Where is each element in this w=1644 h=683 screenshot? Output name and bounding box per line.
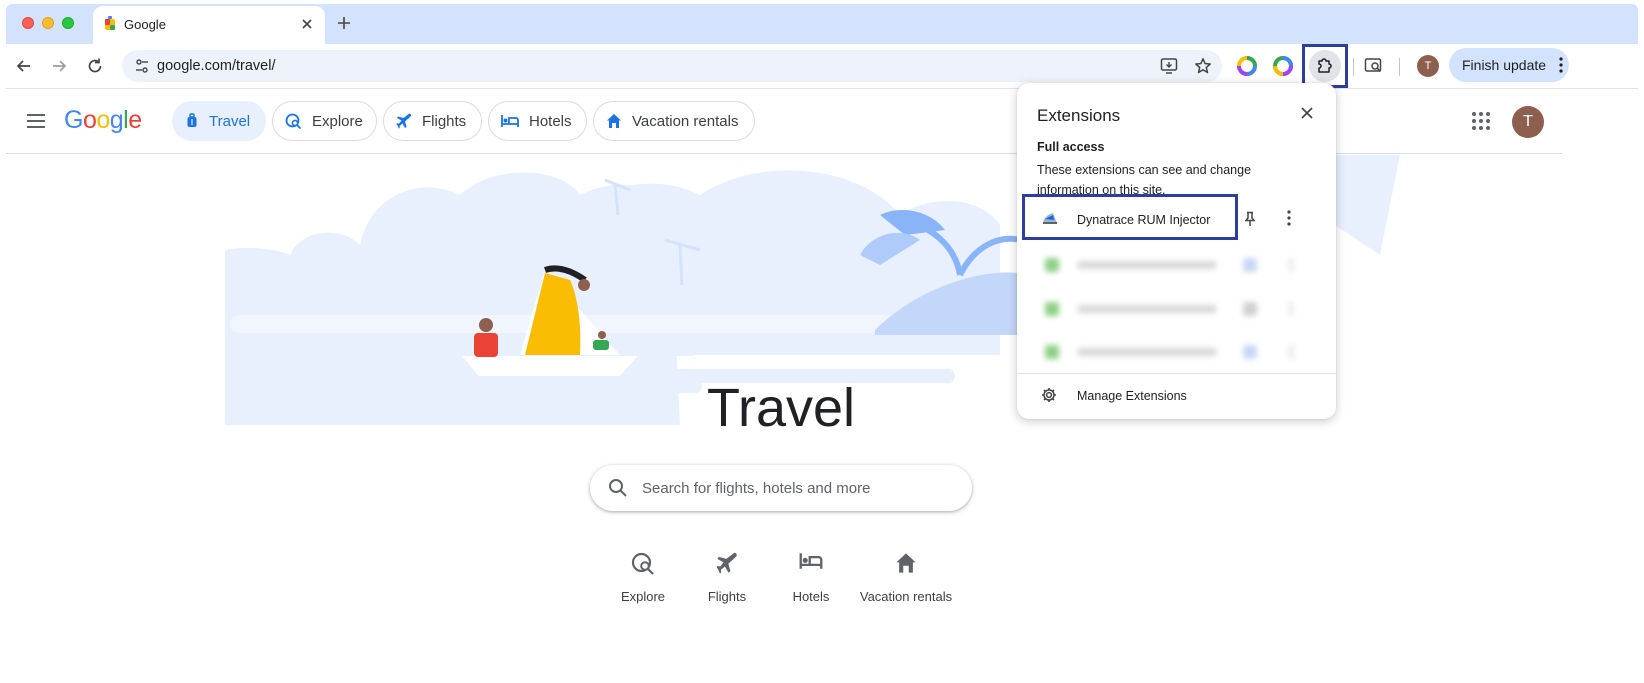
- forward-icon[interactable]: [49, 56, 69, 76]
- quick-link-label: Hotels: [792, 589, 830, 604]
- close-window-button[interactable]: [22, 17, 34, 29]
- quick-link-label: Vacation rentals: [859, 589, 953, 604]
- pin-icon[interactable]: [1243, 211, 1257, 227]
- search-input[interactable]: Search for flights, hotels and more: [590, 465, 972, 511]
- blurred-extension-row: [1045, 299, 1305, 319]
- popup-title: Extensions: [1037, 106, 1121, 125]
- extension-a-icon[interactable]: [1236, 55, 1258, 77]
- tab-label: Hotels: [529, 112, 572, 130]
- extension-name[interactable]: Dynatrace RUM Injector: [1077, 213, 1210, 227]
- more-vert-icon[interactable]: [1287, 210, 1291, 226]
- browser-tab[interactable]: Google: [93, 6, 325, 44]
- tab-hotels[interactable]: Hotels: [488, 101, 587, 141]
- logo-letter: o: [82, 106, 97, 134]
- quick-link-vacation-rentals[interactable]: Vacation rentals: [851, 552, 961, 604]
- extensions-popup: Extensions Full access These extensions …: [1017, 83, 1336, 419]
- zoom-window-button[interactable]: [62, 17, 74, 29]
- tab-label: Flights: [422, 112, 467, 130]
- extension-b-icon[interactable]: [1272, 55, 1294, 77]
- search-placeholder: Search for flights, hotels and more: [642, 480, 871, 497]
- popup-divider: [1017, 373, 1336, 374]
- account-avatar[interactable]: T: [1512, 106, 1544, 138]
- close-icon[interactable]: [1299, 105, 1315, 121]
- travel-favicon-icon: [105, 16, 115, 30]
- tab-label: Explore: [312, 112, 363, 130]
- install-app-icon[interactable]: [1160, 57, 1180, 75]
- google-logo[interactable]: Google: [64, 106, 142, 135]
- hotel-icon: [501, 114, 519, 128]
- search-icon: [609, 479, 627, 497]
- home-icon: [851, 552, 961, 580]
- tab-label: Travel: [209, 112, 251, 130]
- tab-label: Vacation rentals: [632, 112, 739, 130]
- finish-update-button[interactable]: Finish update: [1449, 48, 1569, 82]
- quick-link-hotels[interactable]: Hotels: [756, 552, 866, 604]
- plus-icon[interactable]: [337, 16, 351, 30]
- section-title: Full access: [1037, 140, 1105, 154]
- tab-title: Google: [124, 17, 166, 32]
- reload-icon[interactable]: [85, 56, 105, 76]
- extensions-button-highlight: [1302, 44, 1348, 88]
- tab-flights[interactable]: Flights: [383, 101, 482, 141]
- toolbar-separator: [1399, 58, 1400, 76]
- tab-explore[interactable]: Explore: [272, 101, 377, 141]
- url-text: google.com/travel/: [157, 58, 276, 74]
- hotel-icon: [756, 552, 866, 580]
- flight-icon: [396, 113, 412, 129]
- dynatrace-icon: [1043, 213, 1057, 224]
- google-apps-icon[interactable]: [1472, 112, 1490, 130]
- blurred-extension-row: [1045, 342, 1305, 362]
- search-tabs-icon[interactable]: [1364, 56, 1384, 76]
- logo-letter: G: [64, 106, 83, 134]
- more-vert-icon: [1559, 57, 1563, 73]
- gear-icon: [1042, 388, 1056, 402]
- toolbar-separator: [1353, 58, 1354, 76]
- address-bar[interactable]: google.com/travel/: [122, 50, 1222, 82]
- explore-icon: [285, 113, 302, 130]
- back-icon[interactable]: [14, 56, 34, 76]
- close-icon[interactable]: [300, 17, 314, 31]
- manage-extensions-link[interactable]: Manage Extensions: [1077, 389, 1187, 403]
- travel-icon: [185, 113, 199, 129]
- tab-vacation-rentals[interactable]: Vacation rentals: [593, 101, 755, 141]
- browser-toolbar: google.com/travel/ T Finish update: [6, 44, 1638, 89]
- tab-travel[interactable]: Travel: [172, 101, 266, 141]
- minimize-window-button[interactable]: [42, 17, 54, 29]
- site-settings-icon[interactable]: [134, 58, 150, 74]
- main-menu-icon[interactable]: [26, 113, 46, 129]
- blurred-extension-row: [1045, 255, 1305, 275]
- logo-letter: g: [109, 106, 124, 134]
- bookmark-star-icon[interactable]: [1194, 57, 1212, 75]
- finish-update-label: Finish update: [1462, 57, 1547, 73]
- logo-letter: e: [128, 106, 142, 134]
- logo-letter: o: [96, 106, 110, 134]
- home-icon: [606, 113, 622, 129]
- profile-avatar[interactable]: T: [1417, 55, 1439, 77]
